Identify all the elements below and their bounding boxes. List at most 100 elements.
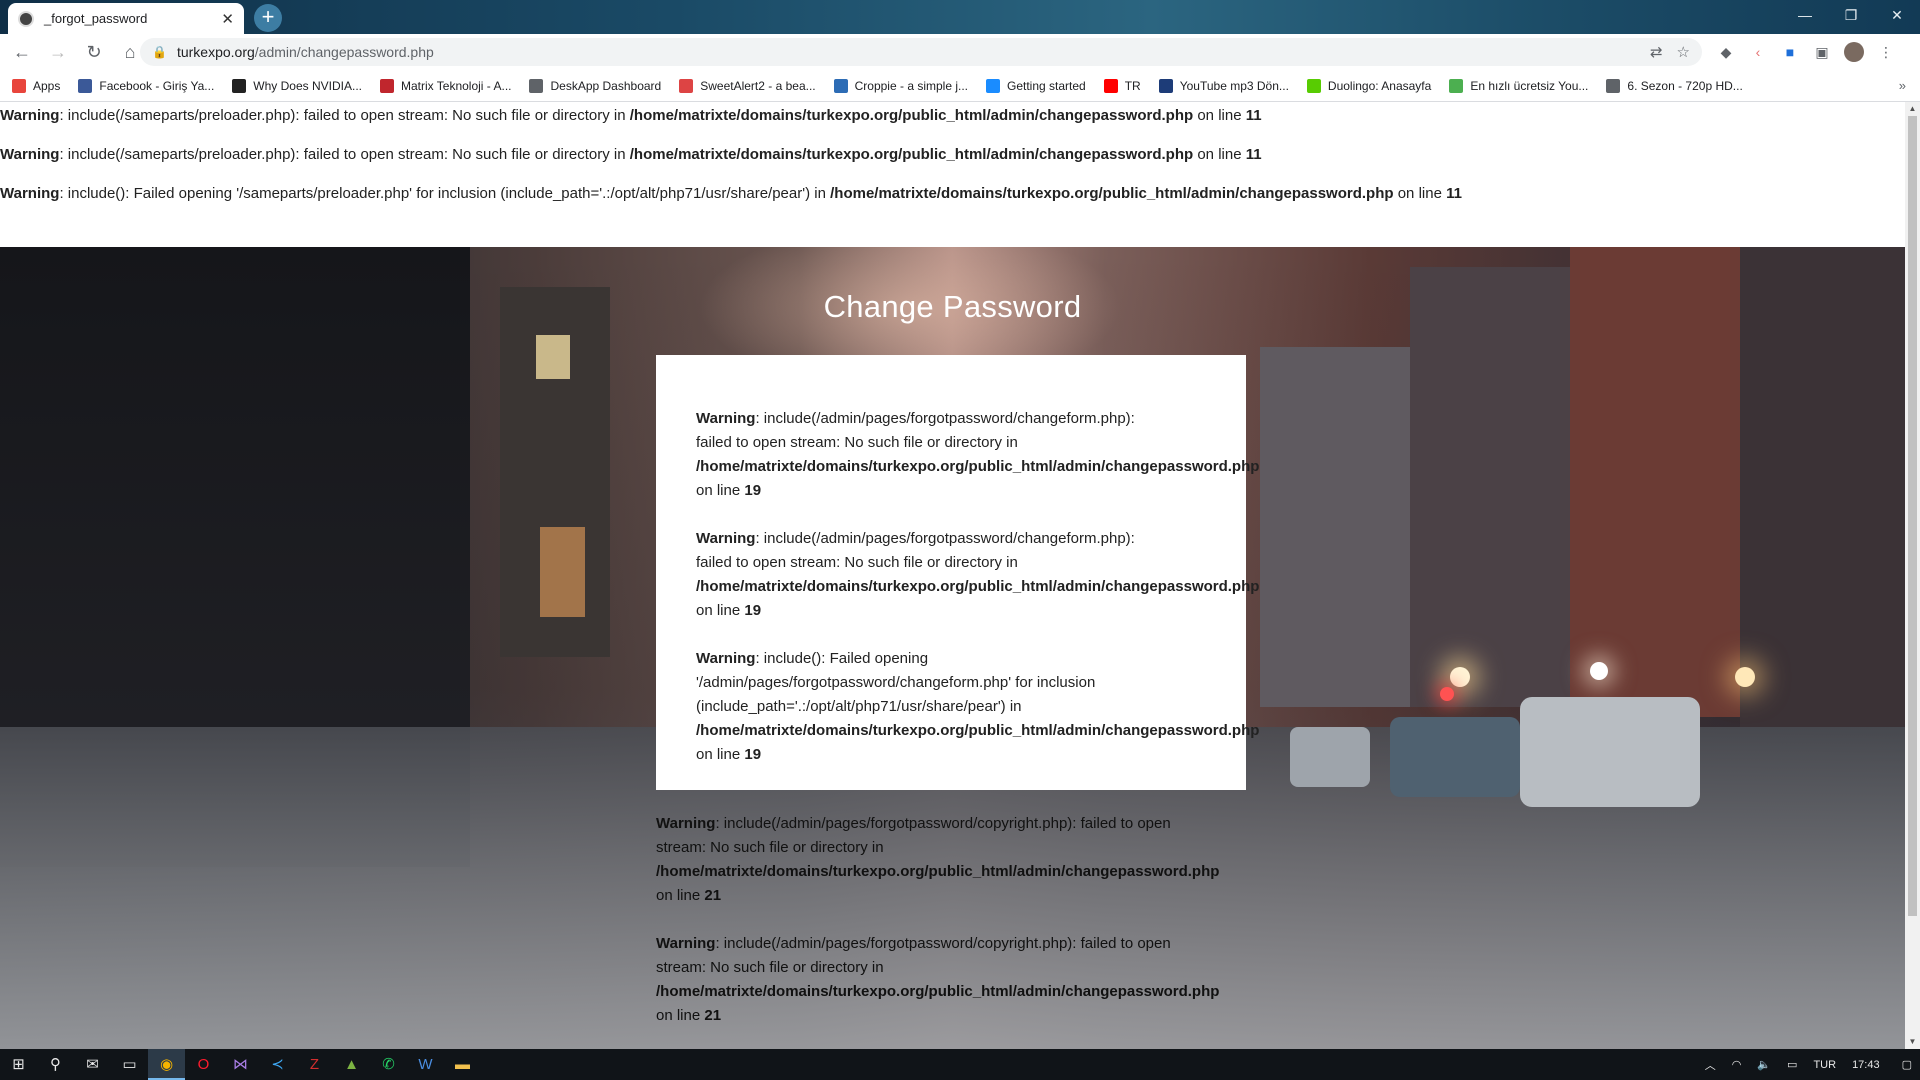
php-warning: Warning: include(/admin/pages/forgotpass… (656, 932, 1256, 1028)
bookmark-item[interactable]: DeskApp Dashboard (529, 78, 661, 93)
warning-line-number: 11 (1245, 146, 1262, 163)
translate-icon[interactable]: ⇄ (1650, 43, 1663, 61)
bookmark-star-icon[interactable]: ☆ (1677, 43, 1690, 61)
warning-text: : include(): Failed opening '/sameparts/… (59, 185, 831, 202)
bookmark-item[interactable]: Why Does NVIDIA... (232, 78, 362, 93)
search-icon[interactable]: ⚲ (37, 1049, 74, 1080)
warning-suffix: on line (1193, 107, 1246, 124)
url-host: turkexpo.org (176, 44, 255, 60)
warning-suffix: on line (656, 1007, 705, 1024)
tab-close-icon[interactable]: ✕ (221, 10, 234, 28)
apps-grid-icon (12, 78, 26, 93)
bookmark-item[interactable]: Getting started (986, 78, 1086, 93)
warning-suffix: on line (696, 482, 745, 499)
warning-line-footer: on line 19 (696, 479, 1296, 503)
bookmark-item[interactable]: YouTube mp3 Dön... (1158, 78, 1289, 93)
extension-icon[interactable]: ■ (1774, 44, 1806, 60)
network-icon[interactable]: ◠ (1732, 1058, 1742, 1071)
warning-suffix: on line (1393, 185, 1447, 202)
extension-icon[interactable]: ‹ (1742, 44, 1774, 60)
bookmark-item[interactable]: Facebook - Giriş Ya... (78, 78, 215, 93)
new-tab-button[interactable]: + (254, 4, 282, 32)
tab-favicon-icon (18, 10, 34, 27)
profile-avatar[interactable] (1844, 42, 1864, 62)
scrollbar-thumb[interactable] (1908, 116, 1917, 916)
croppie-icon (833, 78, 848, 93)
warning-line-2: stream: No such file or directory in (656, 839, 884, 856)
warning-label: Warning (696, 410, 756, 427)
bookmark-item[interactable]: SweetAlert2 - a bea... (679, 78, 816, 93)
bookmark-item[interactable]: Matrix Teknoloji - A... (380, 78, 511, 93)
warning-line-2: stream: No such file or directory in (656, 959, 884, 976)
bookmark-label: SweetAlert2 - a bea... (700, 78, 816, 93)
warning-line-footer: on line 21 (656, 1004, 1256, 1028)
opera-icon[interactable]: O (185, 1049, 222, 1080)
extension-icon[interactable]: ▣ (1806, 44, 1838, 61)
extension-icon[interactable]: ◆ (1710, 44, 1742, 61)
tray-chevron-icon[interactable]: ︿ (1705, 1057, 1716, 1073)
warning-path: /home/matrixte/domains/turkexpo.org/publ… (696, 722, 1260, 739)
battery-icon[interactable]: ▭ (1787, 1058, 1797, 1071)
address-bar[interactable]: 🔒 turkexpo.org/admin/changepassword.php … (140, 38, 1702, 66)
youtube-icon (1103, 78, 1118, 93)
sweetalert-icon (679, 78, 694, 93)
bookmark-label: Facebook - Giriş Ya... (99, 78, 215, 93)
warning-line-footer: on line 19 (696, 743, 1296, 767)
task-view-icon[interactable]: ▭ (111, 1049, 148, 1080)
bookmark-label: TR (1124, 78, 1141, 93)
warning-line-number: 19 (744, 602, 762, 619)
bookmark-item[interactable]: Duolingo: Anasayfa (1306, 78, 1431, 93)
volume-icon[interactable]: 🔈 (1757, 1058, 1771, 1071)
warning-line-footer: on line 21 (656, 884, 1256, 908)
vertical-scrollbar[interactable]: ▲ ▼ (1905, 102, 1920, 1049)
language-indicator[interactable]: TUR (1813, 1059, 1836, 1071)
filezilla-icon[interactable]: Z (296, 1049, 333, 1080)
minimize-icon[interactable]: — (1782, 0, 1828, 30)
tab-title: _forgot_password (44, 11, 148, 26)
warning-line-1: Warning: include(/admin/pages/forgotpass… (696, 407, 1296, 431)
bookmark-item[interactable]: En hızlı ücretsiz You... (1449, 78, 1589, 93)
bookmark-label: Why Does NVIDIA... (253, 78, 362, 93)
chrome-icon[interactable]: ◉ (148, 1049, 185, 1080)
lock-icon[interactable]: 🔒 (152, 45, 167, 59)
globe-icon (1606, 78, 1621, 93)
clock[interactable]: 17:43 (1852, 1059, 1880, 1071)
bookmark-item[interactable]: Apps (12, 78, 60, 93)
back-icon[interactable]: ← (4, 36, 40, 68)
close-window-icon[interactable]: ✕ (1874, 0, 1920, 30)
maximize-icon[interactable]: ❐ (1828, 0, 1874, 30)
scroll-up-icon[interactable]: ▲ (1905, 102, 1920, 116)
windows-start-icon[interactable]: ⊞ (0, 1049, 37, 1080)
warning-line-2: failed to open stream: No such file or d… (696, 434, 1018, 451)
bookmark-item[interactable]: Croppie - a simple j... (833, 78, 968, 93)
reload-icon[interactable]: ↻ (76, 36, 112, 68)
warning-path: /home/matrixte/domains/turkexpo.org/publ… (696, 458, 1260, 475)
whatsapp-icon[interactable]: ✆ (370, 1049, 407, 1080)
browser-tab[interactable]: _forgot_password ✕ (8, 3, 244, 34)
warning-line-2: '/admin/pages/forgotpassword/changeform.… (696, 674, 1096, 691)
htg-icon (232, 78, 247, 93)
page-viewport: Warning: include(/sameparts/preloader.ph… (0, 102, 1905, 1049)
android-studio-icon[interactable]: ▲ (333, 1049, 370, 1080)
file-explorer-icon[interactable]: ▬ (444, 1049, 481, 1080)
duolingo-icon (1306, 78, 1321, 93)
mail-icon[interactable]: ✉ (74, 1049, 111, 1080)
warning-path: /home/matrixte/domains/turkexpo.org/publ… (656, 863, 1220, 880)
warning-text: : include(): Failed opening (755, 650, 929, 667)
menu-icon[interactable]: ⋮ (1870, 44, 1902, 61)
change-password-card: Warning: include(/admin/pages/forgotpass… (656, 355, 1259, 790)
bookmark-item[interactable]: 6. Sezon - 720p HD... (1606, 78, 1743, 93)
page-title: Change Password (823, 289, 1082, 324)
bookmark-item[interactable]: TR (1103, 78, 1141, 93)
bookmarks-overflow-icon[interactable]: » (1899, 78, 1906, 93)
warning-text: : include(/admin/pages/forgotpassword/ch… (755, 410, 1135, 427)
notifications-icon[interactable]: ▢ (1902, 1058, 1912, 1071)
vscode-icon[interactable]: ≺ (259, 1049, 296, 1080)
bookmark-label: En hızlı ücretsiz You... (1470, 78, 1589, 93)
yt-mp3-icon (1158, 78, 1173, 93)
word-icon[interactable]: W (407, 1049, 444, 1080)
url-text[interactable]: turkexpo.org/admin/changepassword.php (177, 44, 1636, 60)
forward-icon[interactable]: → (40, 36, 76, 68)
visual-studio-icon[interactable]: ⋈ (222, 1049, 259, 1080)
scroll-down-icon[interactable]: ▼ (1905, 1035, 1920, 1049)
